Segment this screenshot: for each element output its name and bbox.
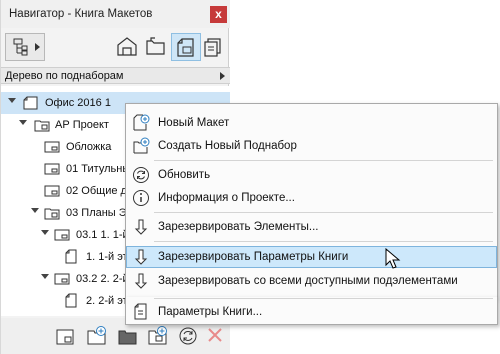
layout-icon	[44, 163, 60, 175]
tree-item-label: 01 Титульны	[66, 163, 131, 175]
context-menu: Новый Макет Создать Новый Поднабор Обнов…	[125, 103, 498, 298]
title-bar: Навигатор - Книга Макетов x	[1, 0, 230, 28]
tree-item-label: 03.1 1. 1-й	[76, 229, 129, 241]
drawing-icon	[65, 293, 77, 308]
menu-item-label: Создать Новый Поднабор	[158, 140, 297, 152]
dropdown-arrow-icon	[220, 72, 225, 80]
tree-item-label: Обложка	[66, 141, 112, 153]
tree-item-label: АР Проект	[55, 119, 109, 131]
menu-item-label: Обновить	[158, 169, 211, 181]
tree-item-label: Офис 2016 1	[45, 97, 111, 109]
menu-item-label: Новый Макет	[158, 117, 230, 129]
collapse-arrow-icon	[41, 274, 49, 279]
new-layout-icon	[133, 114, 150, 131]
refresh-icon[interactable]	[177, 325, 199, 347]
refresh-icon	[133, 167, 149, 183]
collapse-arrow-icon	[19, 120, 27, 125]
menu-item-refresh[interactable]: Обновить	[126, 164, 497, 186]
layout-icon	[44, 141, 60, 153]
new-layout-icon[interactable]	[55, 325, 77, 347]
menu-separator	[154, 298, 493, 299]
tree-item-label: 1. 1-й эт	[86, 251, 128, 263]
layout-book-icon	[177, 38, 194, 57]
menu-item-book-settings[interactable]: Параметры Книги...	[126, 301, 497, 323]
subset-folder-icon	[34, 120, 50, 132]
menu-separator	[154, 212, 493, 213]
folder-view-icon	[146, 37, 165, 55]
menu-item-reserve-elements[interactable]: Зарезервировать Элементы...	[126, 216, 497, 238]
tree-item-label: 03.2 2. 2-й	[76, 273, 129, 285]
mouse-cursor-icon	[385, 248, 401, 269]
menu-item-reserve-all-subelements[interactable]: Зарезервировать со всеми доступными подэ…	[126, 270, 497, 292]
tree-structure-icon	[13, 38, 28, 56]
new-subset-icon[interactable]	[86, 325, 108, 347]
drawing-icon	[65, 249, 77, 264]
clone-folder-icon[interactable]	[147, 325, 169, 347]
tree-item-label: 02 Общие д	[66, 185, 127, 197]
layout-icon	[54, 273, 70, 285]
book-settings-icon	[134, 303, 147, 320]
collapse-arrow-icon	[41, 230, 49, 235]
map-selector-button[interactable]	[5, 33, 45, 61]
project-map-button[interactable]	[113, 33, 143, 61]
collapse-arrow-icon	[31, 208, 39, 213]
view-map-button[interactable]	[142, 33, 172, 61]
new-subset-icon	[133, 137, 150, 154]
view-mode-dropdown[interactable]: Дерево по поднаборам	[1, 67, 230, 84]
delete-icon[interactable]	[206, 326, 224, 344]
close-button[interactable]: x	[210, 6, 227, 23]
menu-item-new-layout[interactable]: Новый Макет	[126, 112, 497, 134]
reserve-arrow-icon	[134, 249, 148, 265]
publisher-sets-icon	[204, 38, 221, 57]
reserve-arrow-icon	[134, 273, 148, 289]
subset-folder-icon	[44, 208, 60, 220]
collapse-arrow-icon	[8, 98, 16, 103]
menu-item-label: Параметры Книги...	[158, 306, 263, 318]
menu-item-label: Зарезервировать со всеми доступными подэ…	[158, 275, 458, 287]
menu-item-label: Зарезервировать Элементы...	[158, 221, 319, 233]
layout-icon	[44, 185, 60, 197]
publisher-button[interactable]	[200, 33, 230, 61]
tree-item-label: 03 Планы Э	[66, 207, 127, 219]
layout-book-button[interactable]	[171, 33, 201, 61]
reserve-arrow-icon	[134, 219, 148, 235]
menu-item-project-info[interactable]: Информация о Проекте...	[126, 187, 497, 209]
window-title: Навигатор - Книга Макетов	[9, 8, 153, 20]
menu-item-label: Информация о Проекте...	[158, 192, 295, 204]
info-icon	[133, 190, 149, 206]
toolbar	[1, 29, 230, 67]
menu-item-label: Зарезервировать Параметры Книги	[158, 251, 349, 263]
tree-item-label: 2. 2-й эт	[86, 295, 128, 307]
layout-settings-icon[interactable]	[117, 325, 139, 347]
menu-separator	[154, 241, 493, 242]
context-menu-footer: Параметры Книги...	[125, 297, 498, 325]
book-icon	[23, 96, 38, 110]
menu-separator	[154, 160, 493, 161]
menu-item-reserve-book-settings[interactable]: Зарезервировать Параметры Книги	[126, 246, 497, 269]
house-icon	[117, 37, 137, 56]
view-mode-value: Дерево по поднаборам	[5, 70, 124, 82]
layout-icon	[54, 229, 70, 241]
menu-item-new-subset[interactable]: Создать Новый Поднабор	[126, 135, 497, 157]
